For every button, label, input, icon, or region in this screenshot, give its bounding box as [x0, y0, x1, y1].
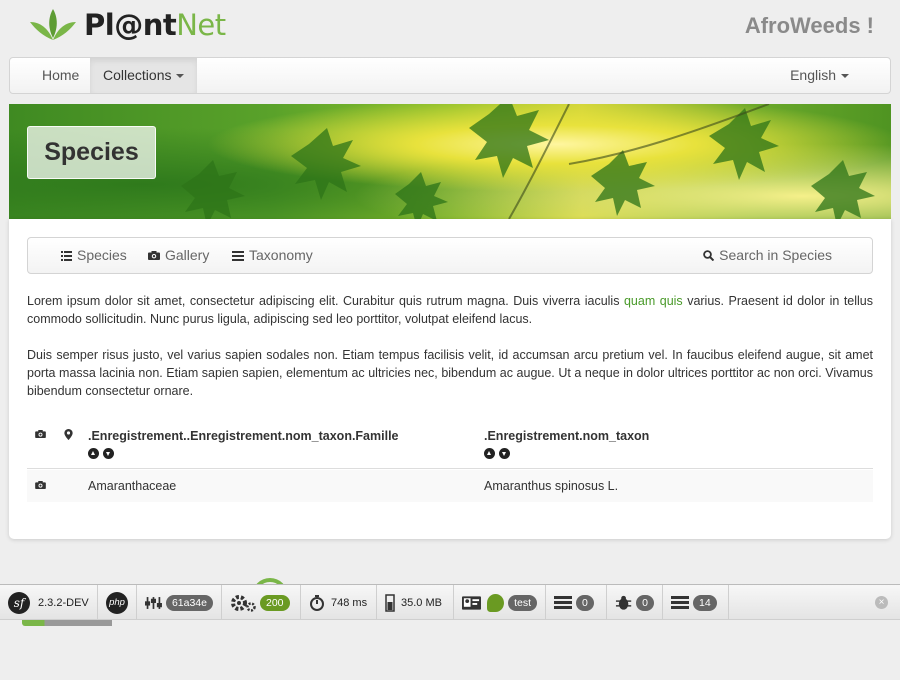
- table-header: .Enregistrement..Enregistrement.nom_taxo…: [27, 419, 873, 469]
- table-row[interactable]: Amaranthaceae Amaranthus spinosus L.: [27, 470, 873, 502]
- search-species-label: Search in Species: [719, 247, 832, 263]
- database-icon: [671, 595, 689, 609]
- footer-partial: [0, 620, 900, 680]
- column-header-taxon-label: .Enregistrement.nom_taxon: [484, 429, 650, 443]
- memory-text: 35.0 MB: [401, 596, 442, 609]
- plantnet-logo[interactable]: Pl@ntNet: [28, 8, 226, 42]
- toolbar-request[interactable]: 200: [222, 585, 301, 619]
- intro-paragraph-2: Duis semper risus justo, vel varius sapi…: [27, 348, 873, 398]
- tab-gallery[interactable]: Gallery: [148, 238, 209, 273]
- inline-link[interactable]: quam quis: [624, 294, 683, 308]
- search-species-link[interactable]: Search in Species: [703, 238, 832, 273]
- tab-gallery-label: Gallery: [165, 247, 210, 263]
- token-badge: 61a34e: [165, 594, 213, 611]
- environment-badge: test: [508, 594, 537, 611]
- nav-collections-label: Collections: [103, 67, 172, 83]
- toolbar-version[interactable]: sf 2.3.2-DEV: [0, 585, 98, 619]
- camera-icon[interactable]: [35, 481, 46, 489]
- sort-descending-icon[interactable]: [499, 448, 510, 459]
- sort-descending-icon[interactable]: [103, 448, 114, 459]
- table-icon: [232, 250, 244, 261]
- sort-controls: [484, 448, 649, 459]
- php-logo-icon: php: [106, 591, 128, 614]
- map-marker-icon: [64, 429, 73, 440]
- bug-icon: [615, 595, 632, 610]
- time-text: 748 ms: [331, 596, 368, 609]
- caret-down-icon: [841, 74, 849, 79]
- toolbar-db[interactable]: 0: [546, 585, 607, 619]
- page-title: Species: [27, 126, 156, 179]
- symfony-logo-icon: sf: [8, 591, 30, 614]
- language-label: English: [790, 67, 836, 83]
- status-code-badge: 200: [260, 594, 290, 611]
- toolbar-php[interactable]: php: [98, 585, 137, 619]
- logo-wordmark: Pl@ntNet: [84, 8, 226, 42]
- column-header-famille: .Enregistrement..Enregistrement.nom_taxo…: [88, 429, 399, 459]
- list-icon: [61, 250, 72, 261]
- main-navbar: Home Collections English: [9, 57, 891, 94]
- toolbar-queries[interactable]: 14: [663, 585, 729, 619]
- paragraph-text: Lorem ipsum dolor sit amet, consectetur …: [27, 294, 624, 308]
- toolbar-security[interactable]: test: [454, 585, 546, 619]
- memory-icon: [385, 593, 395, 612]
- site-title: AfroWeeds !: [744, 13, 874, 38]
- column-header-famille-label: .Enregistrement..Enregistrement.nom_taxo…: [88, 429, 399, 443]
- language-dropdown[interactable]: English: [777, 58, 862, 93]
- sort-ascending-icon[interactable]: [88, 448, 99, 459]
- tab-taxonomy-label: Taxonomy: [249, 247, 313, 263]
- log-count-badge: 0: [636, 594, 654, 611]
- species-subnav: Species Gallery Taxonomy Search in Speci…: [27, 237, 873, 274]
- close-toolbar-icon[interactable]: ×: [875, 596, 888, 609]
- sort-ascending-icon[interactable]: [484, 448, 495, 459]
- db-count-badge: 0: [576, 594, 594, 611]
- toolbar-logs[interactable]: 0: [607, 585, 663, 619]
- debug-toolbar: sf 2.3.2-DEV php 61a34e 200 748 ms 35.0 …: [0, 584, 900, 620]
- leaf-logo-icon: [30, 9, 76, 40]
- footer-logo-partial: [22, 620, 172, 626]
- caret-down-icon: [176, 74, 185, 79]
- toolbar-token[interactable]: 61a34e: [137, 585, 222, 619]
- toolbar-time[interactable]: 748 ms: [301, 585, 377, 619]
- intro-paragraph-1: Lorem ipsum dolor sit amet, consectetur …: [27, 292, 873, 328]
- camera-icon: [148, 251, 160, 260]
- database-icon: [554, 595, 572, 609]
- camera-icon: [35, 430, 46, 438]
- tab-species-label: Species: [77, 247, 127, 263]
- cell-famille: Amaranthaceae: [88, 479, 177, 493]
- hero-banner: Species: [9, 104, 891, 219]
- stopwatch-icon: [310, 594, 324, 611]
- tab-taxonomy[interactable]: Taxonomy: [232, 238, 313, 273]
- sort-controls: [88, 448, 399, 459]
- nav-collections-dropdown[interactable]: Collections: [90, 58, 198, 93]
- tab-species[interactable]: Species: [61, 238, 127, 273]
- search-icon: [703, 250, 715, 261]
- nav-home[interactable]: Home: [29, 58, 92, 93]
- query-count-badge: 14: [693, 594, 717, 611]
- toolbar-memory[interactable]: 35.0 MB: [377, 585, 454, 619]
- gears-icon: [231, 594, 256, 612]
- column-header-taxon: .Enregistrement.nom_taxon: [484, 429, 649, 459]
- config-sliders-icon: [145, 596, 162, 609]
- content-panel: Species Gallery Taxonomy Search in Speci…: [9, 219, 891, 539]
- cell-taxon: Amaranthus spinosus L.: [484, 479, 619, 493]
- site-header: Pl@ntNet AfroWeeds !: [0, 0, 900, 54]
- version-text: 2.3.2-DEV: [38, 596, 89, 609]
- security-status-icon: [486, 593, 505, 612]
- user-card-icon: [462, 595, 481, 610]
